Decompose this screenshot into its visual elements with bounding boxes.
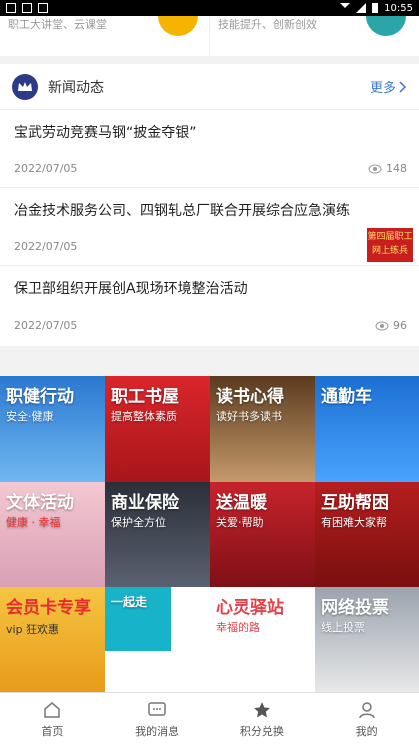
sim-icon: [22, 3, 32, 13]
eye-icon: [368, 164, 382, 173]
tile-subtitle: vip 狂欢惠: [6, 623, 60, 636]
tile-insurance[interactable]: 商业保险 保护全方位: [105, 482, 210, 587]
home-icon: [44, 702, 61, 718]
nav-label: 首页: [41, 725, 64, 738]
user-icon: [358, 702, 375, 719]
tile-health[interactable]: 职健行动 安全·健康: [0, 376, 105, 482]
tile-subtitle: 有困难大家帮: [321, 516, 387, 529]
news-views-count: 96: [393, 319, 407, 332]
tile-walk-together[interactable]: 一起走: [105, 587, 210, 692]
battery-icon: [372, 3, 379, 13]
eye-icon: [375, 321, 389, 330]
news-item[interactable]: 宝武劳动竞赛马钢“披金夺银” 2022/07/05 148: [0, 110, 419, 188]
news-views: 148: [368, 162, 407, 175]
tile-subtitle: 保护全方位: [111, 516, 166, 529]
news-views: 96: [375, 319, 407, 332]
bottom-nav: 首页 我的消息 积分兑换 我的: [0, 692, 419, 746]
news-header: 新闻动态 更多: [0, 64, 419, 110]
tile-commute-bus[interactable]: 通勤车: [315, 376, 419, 482]
nav-label: 我的: [355, 725, 378, 738]
tile-title: 文体活动: [6, 493, 74, 513]
more-link[interactable]: 更多: [370, 77, 407, 96]
crown-icon: [12, 73, 38, 100]
tile-reading[interactable]: 读书心得 读好书多读书: [210, 376, 315, 482]
news-headline: 冶金技术服务公司、四钢轧总厂联合开展综合应急演练: [14, 203, 350, 219]
nav-label: 积分兑换: [239, 725, 284, 738]
news-item[interactable]: 冶金技术服务公司、四钢轧总厂联合开展综合应急演练 2022/07/05 第四届职…: [0, 188, 419, 266]
tile-subtitle: 提高整体素质: [111, 410, 177, 423]
tile-warmth[interactable]: 送温暖 关爱·帮助: [210, 482, 315, 587]
tile-subtitle: 健康 · 幸福: [6, 516, 61, 529]
nav-profile[interactable]: 我的: [314, 693, 419, 746]
status-bar: 10:55: [0, 0, 419, 16]
news-date: 2022/07/05: [14, 319, 78, 332]
tile-subtitle: 安全·健康: [6, 410, 54, 423]
tile-title: 互助帮困: [321, 493, 389, 513]
tile-mutual-aid[interactable]: 互助帮困 有困难大家帮: [315, 482, 419, 587]
news-section: 新闻动态 更多 宝武劳动竞赛马钢“披金夺银” 2022/07/05 148 冶金…: [0, 64, 419, 346]
download-icon: [38, 3, 48, 13]
news-thumbnail: 第四届职工网上练兵: [367, 228, 413, 262]
nav-label: 我的消息: [135, 725, 180, 738]
tile-mental-station[interactable]: 心灵驿站 幸福的路: [210, 587, 315, 692]
signal-icon: [356, 3, 367, 13]
tile-subtitle: 读好书多读书: [216, 410, 282, 423]
tile-subtitle: 幸福的路: [216, 621, 260, 634]
lecture-card[interactable]: 职工大讲堂、云课堂: [0, 16, 209, 56]
news-date: 2022/07/05: [14, 240, 78, 253]
tile-title: 心灵驿站: [216, 598, 284, 618]
tile-voting[interactable]: 网络投票 线上投票: [315, 587, 419, 692]
app-notification-icon: [6, 3, 16, 13]
tile-title: 网络投票: [321, 598, 389, 618]
news-headline: 宝武劳动竞赛马钢“披金夺银”: [14, 125, 197, 141]
news-section-title: 新闻动态: [48, 79, 104, 96]
lecture-card-subtitle: 职工大讲堂、云课堂: [8, 18, 107, 31]
tile-title: 职健行动: [6, 387, 74, 407]
more-label: 更多: [369, 81, 396, 96]
tile-library[interactable]: 职工书屋 提高整体素质: [105, 376, 210, 482]
news-date: 2022/07/05: [14, 162, 78, 175]
skills-card-subtitle: 技能提升、创新创效: [218, 18, 317, 31]
chevron-right-icon: [399, 80, 407, 93]
news-item[interactable]: 保卫部组织开展创A现场环境整治活动 2022/07/05 96: [0, 266, 419, 344]
tile-title: 职工书屋: [111, 387, 179, 407]
news-headline: 保卫部组织开展创A现场环境整治活动: [14, 281, 248, 297]
star-icon: [253, 702, 270, 718]
tile-sports[interactable]: 文体活动 健康 · 幸福: [0, 482, 105, 587]
nav-points-exchange[interactable]: 积分兑换: [210, 693, 315, 746]
nav-messages[interactable]: 我的消息: [105, 693, 210, 746]
tile-title: 商业保险: [111, 493, 179, 513]
news-views-count: 148: [386, 162, 407, 175]
nav-home[interactable]: 首页: [0, 693, 105, 746]
tile-title: 送温暖: [216, 493, 267, 513]
status-time: 10:55: [384, 2, 413, 14]
skills-card[interactable]: 技能提升、创新创效: [209, 16, 419, 56]
service-grid: 职健行动 安全·健康 职工书屋 提高整体素质 读书心得 读好书多读书 通勤车 文…: [0, 376, 419, 692]
tile-subtitle: 线上投票: [321, 621, 365, 634]
message-icon: [148, 702, 166, 716]
top-cards: 职工大讲堂、云课堂 技能提升、创新创效: [0, 16, 419, 56]
wifi-icon: [340, 3, 351, 13]
tile-member-card[interactable]: 会员卡专享 vip 狂欢惠: [0, 587, 105, 692]
tile-subtitle: 关爱·帮助: [216, 516, 264, 529]
tile-title: 读书心得: [216, 387, 284, 407]
lecture-icon: [158, 16, 198, 36]
tile-title: 一起走: [111, 595, 148, 609]
skills-icon: [366, 16, 406, 36]
tile-title: 会员卡专享: [6, 598, 91, 618]
tile-title: 通勤车: [321, 387, 372, 407]
